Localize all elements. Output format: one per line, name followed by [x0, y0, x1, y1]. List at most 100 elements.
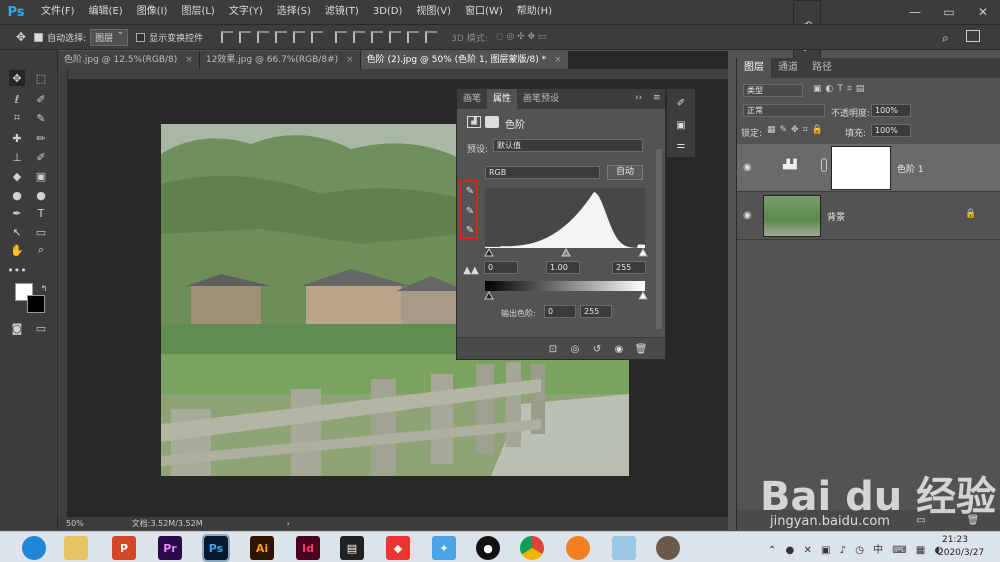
fill-field[interactable]: 100% — [871, 124, 911, 137]
tab-layers[interactable]: 图层 — [737, 58, 771, 78]
app-blue-icon[interactable] — [612, 536, 636, 560]
close-tab-icon[interactable]: × — [185, 51, 193, 69]
edit-toolbar-icon[interactable]: ••• — [7, 262, 26, 278]
crop-tool-icon[interactable]: ⌗ — [9, 110, 25, 126]
healing-brush-tool-icon[interactable]: ✚ — [9, 130, 25, 146]
visibility-eye-icon[interactable]: ◉ — [743, 210, 755, 221]
layer-row-background[interactable]: ◉ 背景 🔒 — [737, 192, 1000, 240]
input-sliders[interactable] — [483, 248, 649, 258]
output-white-slider[interactable] — [638, 291, 648, 300]
type-tool-icon[interactable]: T — [33, 205, 49, 221]
show-transform-checkbox[interactable] — [136, 32, 146, 42]
align-top-icon[interactable] — [221, 31, 234, 43]
brush-tool-icon[interactable]: ✏ — [33, 130, 49, 146]
zoom-level[interactable]: 50% — [66, 519, 84, 528]
menu-select[interactable]: 选择(S) — [270, 0, 318, 24]
premiere-icon[interactable]: Pr — [158, 536, 182, 560]
menu-view[interactable]: 视图(V) — [409, 0, 458, 24]
layer-filter-dropdown[interactable]: 类型 — [743, 84, 803, 97]
layer-name[interactable]: 色阶 1 — [897, 162, 924, 175]
marquee-tool-icon[interactable]: ⬚ — [33, 70, 49, 86]
gradient-tool-icon[interactable]: ▣ — [33, 168, 49, 184]
swap-colors-icon[interactable]: ↰ — [36, 280, 52, 296]
workspace-icon[interactable] — [966, 30, 980, 42]
blur-tool-icon[interactable]: ● — [9, 187, 25, 203]
rectangle-tool-icon[interactable]: ▭ — [33, 224, 49, 240]
background-color-swatch[interactable] — [27, 295, 45, 313]
tab-effect-jpg[interactable]: 12效果.jpg @ 66.7%(RGB/8#) × — [199, 51, 360, 69]
layer-mask-thumbnail[interactable] — [831, 146, 891, 190]
3d-orbit-icon[interactable]: ◌ ◎ ✣ ✥ ▭ — [496, 32, 547, 42]
tab-brush[interactable]: 画笔 — [457, 89, 487, 109]
view-previous-icon[interactable]: ◎ — [569, 343, 581, 355]
align-vcenter-icon[interactable] — [239, 31, 252, 43]
brush-panel-icon[interactable]: ✐ — [675, 97, 687, 109]
align-bottom-icon[interactable] — [257, 31, 270, 43]
avatar-app-icon[interactable] — [656, 536, 680, 560]
firefox-icon[interactable] — [566, 536, 590, 560]
hand-tool-icon[interactable]: ✋ — [9, 242, 25, 258]
properties-scrollbar[interactable] — [656, 149, 662, 329]
input-gamma-field[interactable]: 1.00 — [546, 261, 580, 274]
powerpoint-icon[interactable]: P — [112, 536, 136, 560]
menu-filter[interactable]: 滤镜(T) — [318, 0, 366, 24]
adjustments-icon[interactable]: ▣ — [675, 119, 687, 131]
history-brush-tool-icon[interactable]: ✐ — [33, 149, 49, 165]
visibility-icon[interactable]: ◉ — [613, 343, 625, 355]
link-icon[interactable] — [821, 158, 827, 172]
clone-stamp-tool-icon[interactable]: ⊥ — [9, 149, 25, 165]
move-tool-icon[interactable]: ✥ — [9, 70, 25, 86]
pen-tool-icon[interactable]: ✒ — [9, 205, 25, 221]
panel-menu-icon[interactable]: ≡ — [653, 93, 661, 103]
dodge-tool-icon[interactable]: ● — [33, 187, 49, 203]
file-explorer-icon[interactable] — [64, 536, 88, 560]
menu-layer[interactable]: 图层(L) — [174, 0, 221, 24]
delete-icon[interactable]: 🗑 — [635, 343, 648, 355]
output-black-slider[interactable] — [484, 291, 494, 300]
properties-panel-icon[interactable]: ⚌ — [675, 139, 687, 151]
system-tray-icons[interactable]: ⌃ ● ✕ ▣ ♪ ◷ 中 ⌨ ▦ ◐ — [768, 541, 946, 556]
distribute-right-icon[interactable] — [425, 31, 438, 43]
layer-row-levels[interactable]: ◉ ▟▟ 色阶 1 — [737, 144, 1000, 192]
distribute-left-icon[interactable] — [389, 31, 402, 43]
start-icon[interactable] — [22, 536, 46, 560]
filter-icons[interactable]: ▣◐T⌗▤ — [813, 84, 868, 94]
input-gamma-slider[interactable] — [561, 248, 571, 257]
align-left-icon[interactable] — [275, 31, 288, 43]
input-white-field[interactable]: 255 — [612, 261, 646, 274]
clipping-warning-icon[interactable]: ▲▲ — [461, 264, 481, 276]
eyedropper-tool-icon[interactable]: ✎ — [33, 110, 49, 126]
path-select-tool-icon[interactable]: ↖ — [9, 224, 25, 240]
visibility-eye-icon[interactable]: ◉ — [743, 162, 755, 173]
minimize-icon[interactable]: — — [898, 0, 932, 24]
input-white-slider[interactable] — [638, 248, 648, 257]
distribute-bottom-icon[interactable] — [371, 31, 384, 43]
input-black-slider[interactable] — [484, 248, 494, 257]
panel-collapse-icon[interactable]: ›› — [635, 93, 642, 103]
quick-mask-icon[interactable]: ◙ — [9, 320, 25, 336]
close-tab-icon[interactable]: × — [554, 51, 562, 69]
status-arrow-icon[interactable]: › — [287, 519, 290, 528]
output-black-field[interactable]: 0 — [544, 305, 576, 318]
menu-3d[interactable]: 3D(D) — [366, 0, 410, 24]
auto-button[interactable]: 自动 — [607, 165, 643, 180]
quick-select-tool-icon[interactable]: ✐ — [33, 91, 49, 107]
auto-select-checkbox[interactable] — [34, 32, 44, 42]
menu-window[interactable]: 窗口(W) — [458, 0, 510, 24]
tab-channels[interactable]: 通道 — [771, 58, 805, 78]
chrome-icon[interactable] — [520, 536, 544, 560]
channel-dropdown[interactable]: RGB — [485, 166, 600, 179]
preset-dropdown[interactable]: 默认值 — [493, 139, 643, 152]
search-icon[interactable]: ⌕ — [942, 31, 949, 46]
illustrator-icon[interactable]: Ai — [250, 536, 274, 560]
tab-brush-presets[interactable]: 画笔预设 — [517, 89, 565, 109]
app-red-icon[interactable]: ◆ — [386, 536, 410, 560]
menu-type[interactable]: 文字(Y) — [222, 0, 270, 24]
tab-properties[interactable]: 属性 — [487, 89, 518, 109]
close-tab-icon[interactable]: × — [346, 51, 354, 69]
menu-image[interactable]: 图像(I) — [130, 0, 175, 24]
maximize-icon[interactable]: ▭ — [932, 0, 966, 24]
zoom-tool-icon[interactable]: ⌕ — [33, 242, 49, 258]
layer-name[interactable]: 背景 — [827, 210, 845, 223]
eraser-tool-icon[interactable]: ◆ — [9, 168, 25, 184]
